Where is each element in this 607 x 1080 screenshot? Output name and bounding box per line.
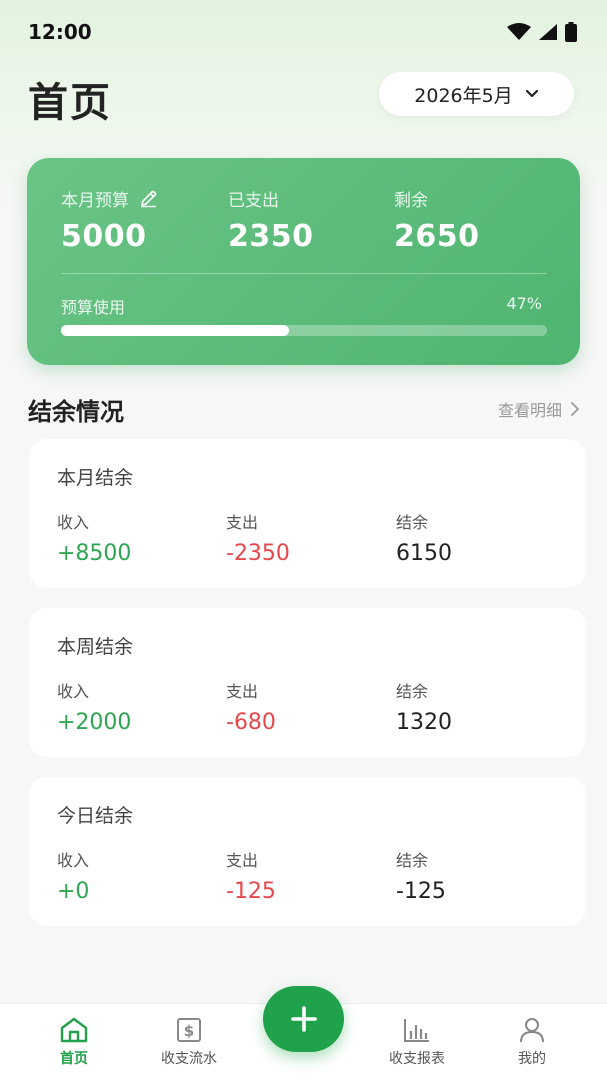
receipt-icon: $ [177,1018,201,1042]
page-title: 首页 [28,80,112,126]
income-value: +0 [57,879,90,904]
income-label: 收入 [57,513,90,532]
balance-label: 结余 [396,682,429,701]
usage-percent: 47% [506,294,542,313]
daily-balance-card[interactable]: 今日结余 收入 +0 支出 -125 结余 -125 [29,777,586,926]
home-icon [60,1017,88,1043]
spent-value: 2350 [228,219,314,254]
add-record-button[interactable] [263,986,344,1052]
monthly-balance-card[interactable]: 本月结余 收入 +8500 支出 -2350 结余 6150 [29,439,586,588]
nav-item-home[interactable]: 首页 [24,1016,124,1068]
status-time: 12:00 [28,20,92,44]
expense-column: 支出 -125 [226,847,276,904]
expense-value: -2350 [226,541,290,566]
balance-value: 6150 [396,541,452,566]
expense-value: -680 [226,710,276,735]
income-label: 收入 [57,682,90,701]
expense-column: 支出 -2350 [226,509,290,566]
view-details-link[interactable]: 查看明细 [498,397,580,421]
nav-label: 收支流水 [161,1051,217,1067]
balance-value: 1320 [396,710,452,735]
wifi-icon [507,23,531,40]
expense-label: 支出 [226,513,259,532]
plus-icon [290,1006,317,1032]
bar-chart-icon [404,1019,429,1042]
income-value: +2000 [57,710,132,735]
balance-column: 结余 6150 [396,509,452,566]
budget-card: 本月预算 5000 已支出 2350 剩余 2650 预算使用 47% [27,158,580,365]
budget-edit[interactable]: 本月预算 [61,186,158,211]
budget-divider [61,273,547,274]
user-icon [520,1018,544,1043]
balance-value: -125 [396,879,446,904]
expense-label: 支出 [226,851,259,870]
remain-column: 剩余 2650 [394,186,480,254]
income-label: 收入 [57,851,90,870]
remain-label: 剩余 [394,191,428,211]
budget-label: 本月预算 [61,191,129,211]
card-title: 本月结余 [57,467,134,489]
expense-label: 支出 [226,682,259,701]
usage-progress-fill [61,325,290,336]
balance-label: 结余 [396,851,429,870]
income-column: 收入 +2000 [57,678,131,735]
usage-label: 预算使用 [61,298,126,317]
spent-column: 已支出 2350 [228,186,314,254]
nav-item-transactions[interactable]: $ 收支流水 [139,1016,239,1068]
remain-value: 2650 [394,219,480,254]
cellular-signal-icon [539,24,557,40]
section-title: 结余情况 [28,398,124,426]
chevron-down-icon [525,89,538,98]
income-value: +8500 [57,541,132,566]
month-picker-label: 2026年5月 [414,84,513,107]
balance-column: 结余 1320 [396,678,452,735]
income-column: 收入 +8500 [57,509,131,566]
chevron-right-icon [571,402,579,416]
nav-label: 我的 [518,1051,546,1067]
balance-label: 结余 [396,513,429,532]
status-icons [507,22,577,42]
weekly-balance-card[interactable]: 本周结余 收入 +2000 支出 -680 结余 1320 [29,608,586,757]
balance-column: 结余 -125 [396,847,446,904]
status-bar: 12:00 [0,0,607,64]
budget-value: 5000 [61,219,147,254]
budget-column: 本月预算 5000 [61,186,158,254]
svg-text:$: $ [184,1022,194,1040]
view-details-label: 查看明细 [497,401,562,420]
expense-value: -125 [226,879,276,904]
nav-item-profile[interactable]: 我的 [482,1016,582,1068]
nav-label: 首页 [60,1051,88,1067]
card-title: 今日结余 [57,805,134,827]
battery-icon [565,22,577,42]
month-picker[interactable]: 2026年5月 [379,72,574,116]
income-column: 收入 +0 [57,847,89,904]
expense-column: 支出 -680 [226,678,276,735]
usage-progress-bar [61,325,547,336]
spent-label: 已支出 [228,191,279,211]
home-screen: 12:00 首页 2026年5月 本月预算 5000 已支出 2350 剩余 2… [0,0,607,1080]
nav-item-reports[interactable]: 收支报表 [367,1016,467,1068]
card-title: 本周结余 [57,636,134,658]
edit-pencil-icon[interactable] [139,189,158,208]
nav-label: 收支报表 [389,1051,445,1067]
